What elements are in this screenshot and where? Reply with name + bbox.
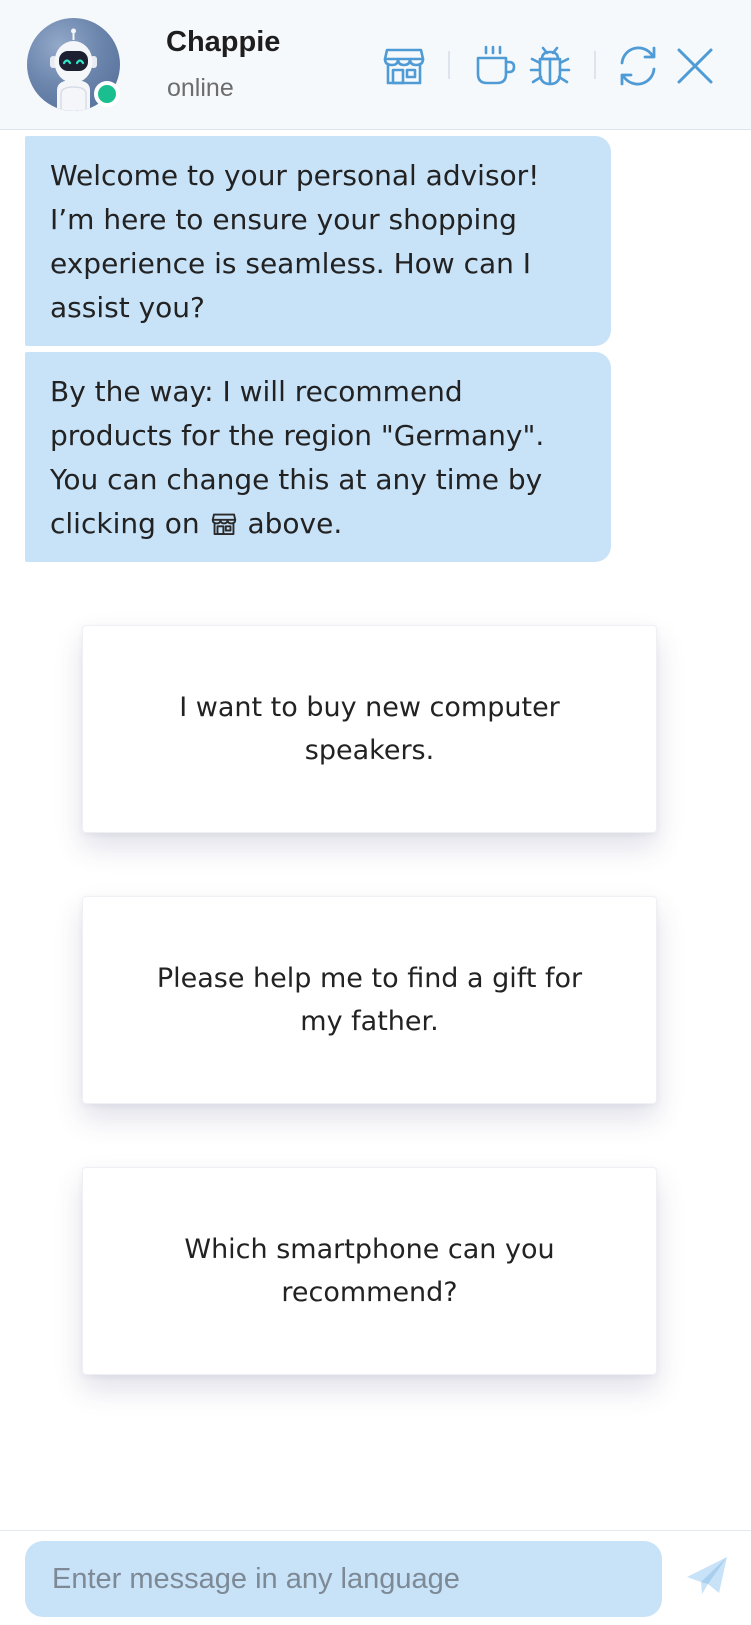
refresh-icon[interactable]	[616, 44, 660, 88]
bot-message: By the way: I will recommend products fo…	[25, 352, 611, 562]
toolbar-divider	[594, 51, 596, 79]
store-icon	[211, 511, 237, 537]
message-text: Welcome to your personal advisor! I’m he…	[50, 159, 540, 324]
bot-status: online	[167, 74, 234, 102]
suggestion-card[interactable]: I want to buy new computer speakers.	[82, 625, 657, 833]
toolbar-divider	[448, 51, 450, 79]
suggestion-text: Please help me to find a gift for my fat…	[156, 963, 583, 1037]
chat-header: Chappie online	[0, 0, 751, 130]
send-icon[interactable]	[684, 1553, 730, 1599]
bug-icon[interactable]	[528, 44, 572, 88]
close-icon[interactable]	[673, 44, 717, 88]
coffee-icon[interactable]	[472, 44, 516, 88]
store-icon[interactable]	[382, 44, 426, 88]
suggestion-card[interactable]: Please help me to find a gift for my fat…	[82, 896, 657, 1104]
online-status-dot	[94, 81, 120, 107]
bot-message: Welcome to your personal advisor! I’m he…	[25, 136, 611, 346]
message-input[interactable]	[25, 1541, 662, 1617]
message-text: above.	[247, 507, 343, 540]
bot-name: Chappie	[166, 26, 281, 58]
composer	[0, 1530, 751, 1625]
suggestion-text: Which smartphone can you recommend?	[184, 1234, 555, 1308]
suggestion-card[interactable]: Which smartphone can you recommend?	[82, 1167, 657, 1375]
suggestion-text: I want to buy new computer speakers.	[179, 692, 560, 766]
